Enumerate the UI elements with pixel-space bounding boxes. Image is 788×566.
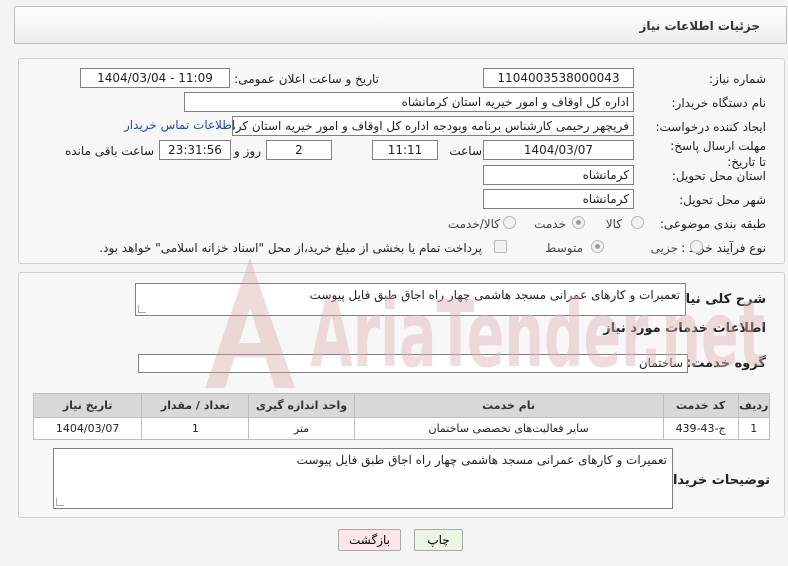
category-option-goods: کالا [605, 217, 622, 231]
category-radio-service[interactable] [572, 216, 585, 229]
remaining-label: ساعت باقی مانده [64, 144, 154, 158]
cell-row-number: 1 [737, 417, 771, 440]
days-field: 2 [266, 140, 332, 160]
remaining-time-field: 23:31:56 [159, 140, 231, 160]
col-need-date: تاریخ نیاز [32, 393, 143, 418]
process-option-minor: جزیی [650, 241, 678, 255]
province-label: استان محل تحویل: [671, 169, 766, 183]
creator-field: فریچهر رحیمی کارشناس برنامه وبودجه اداره… [232, 116, 634, 136]
need-number-field: 1104003538000043 [483, 68, 634, 88]
payment-note: پرداخت تمام یا بخشی از مبلغ خرید،از محل … [99, 241, 482, 255]
col-row-number: ردیف [737, 393, 771, 418]
city-label: شهر محل تحویل: [679, 193, 766, 207]
cell-service-code: ج-43-439 [662, 417, 739, 440]
buyer-org-label: نام دستگاه خریدار: [671, 96, 767, 110]
buyer-org-field: اداره کل اوقاف و امور خیریه استان کرمانش… [184, 92, 634, 112]
print-button[interactable]: چاپ [414, 529, 463, 551]
announce-label: تاریخ و ساعت اعلان عمومی: [234, 72, 379, 86]
announce-field: 1404/03/04 - 11:09 [80, 68, 230, 88]
service-group-label: گروه خدمت: [686, 356, 766, 371]
page-title: جزئیات اطلاعات نیاز [639, 19, 760, 33]
buyer-notes-text: تعمیرات و کارهای عمرانی مسجد هاشمی چهار … [296, 453, 667, 467]
table-row: 1 ج-43-439 سایر فعالیت‌های تخصصی ساختمان… [32, 417, 771, 440]
city-field: کرمانشاه [483, 189, 634, 209]
description-textarea[interactable]: تعمیرات و کارهای عمرانی مسجد هاشمی چهار … [135, 283, 686, 316]
col-unit: واحد اندازه گیری [248, 393, 355, 418]
deadline-label: مهلت ارسال پاسخ: تا تاریخ: [670, 139, 766, 169]
category-option-goods-service: کالا/خدمت [447, 217, 500, 231]
col-service-code: کد خدمت [662, 393, 739, 418]
col-quantity: تعداد / مقدار [141, 393, 250, 418]
services-table-header: ردیف کد خدمت نام خدمت واحد اندازه گیری ت… [32, 393, 771, 418]
days-label: روز و [234, 144, 261, 158]
deadline-time-field: 11:11 [372, 140, 438, 160]
process-radio-medium[interactable] [591, 240, 604, 253]
description-text: تعمیرات و کارهای عمرانی مسجد هاشمی چهار … [309, 288, 680, 302]
panel-header: جزئیات اطلاعات نیاز [14, 6, 787, 44]
need-number-label: شماره نیاز: [709, 72, 766, 86]
description-label: شرح کلی نیاز: [672, 292, 766, 307]
cell-service-name: سایر فعالیت‌های تخصصی ساختمان [353, 417, 664, 440]
resize-grip-icon[interactable] [138, 305, 146, 313]
buyer-contact-link[interactable]: اطلاعات تماس خریدار [124, 118, 235, 132]
deadline-time-label: ساعت [449, 144, 482, 158]
services-section-title: اطلاعات خدمات مورد نیاز [603, 321, 766, 336]
category-label: طبقه بندی موضوعی: [659, 217, 766, 231]
category-radio-goods-service[interactable] [503, 216, 516, 229]
creator-label: ایجاد کننده درخواست: [655, 120, 766, 134]
resize-grip-icon[interactable] [56, 498, 64, 506]
buyer-notes-textarea[interactable]: تعمیرات و کارهای عمرانی مسجد هاشمی چهار … [53, 448, 673, 509]
buyer-notes-label: توضیحات خریدار: [660, 473, 770, 488]
cell-quantity: 1 [141, 417, 250, 440]
cell-unit: متر [248, 417, 355, 440]
cell-need-date: 1404/03/07 [32, 417, 143, 440]
category-radio-goods[interactable] [631, 216, 644, 229]
province-field: کرمانشاه [483, 165, 634, 185]
process-option-medium: متوسط [545, 241, 583, 255]
back-button[interactable]: بازگشت [338, 529, 401, 551]
col-service-name: نام خدمت [353, 393, 664, 418]
service-group-field: ساختمان [138, 354, 688, 373]
payment-checkbox[interactable] [494, 240, 507, 253]
process-radio-minor[interactable] [690, 240, 703, 253]
category-option-service: خدمت [534, 217, 566, 231]
deadline-date-field: 1404/03/07 [483, 140, 634, 160]
services-table: ردیف کد خدمت نام خدمت واحد اندازه گیری ت… [32, 393, 771, 440]
